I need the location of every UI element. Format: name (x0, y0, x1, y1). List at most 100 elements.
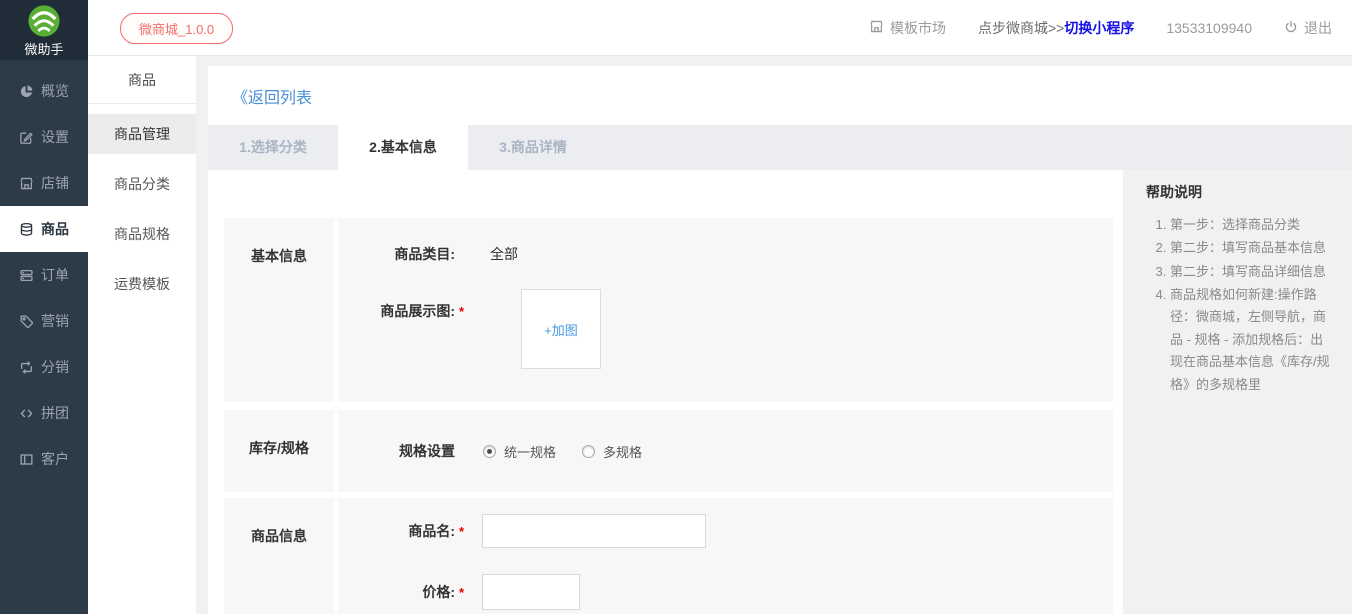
tag-icon (19, 314, 34, 329)
tab-select-category[interactable]: 1.选择分类 (208, 125, 338, 170)
sidebar-item-distribution[interactable]: 分销 (0, 344, 88, 390)
logout-label: 退出 (1304, 20, 1332, 36)
brand-logo[interactable]: 微助手 (0, 0, 88, 60)
sidebar-item-customers[interactable]: 客户 (0, 436, 88, 482)
sidebar-item-settings[interactable]: 设置 (0, 114, 88, 160)
order-icon (19, 268, 34, 283)
radio-checked-icon (483, 444, 496, 458)
sidebar-item-label: 概览 (41, 83, 69, 99)
goods-submenu: 商品 商品管理 商品分类 商品规格 运费模板 (88, 56, 196, 614)
required-mark: * (459, 304, 465, 319)
section-stock-spec: 库存/规格 规格设置 统一规格 多规格 (224, 410, 1113, 492)
category-label: 商品类目: (394, 246, 455, 262)
required-mark: * (459, 523, 465, 539)
help-item: 第二步：填写商品基本信息 (1170, 237, 1332, 259)
price-row: 价格: * (338, 574, 1113, 610)
sidebar-item-label: 订单 (41, 267, 69, 283)
logout-button[interactable]: 退出 (1284, 18, 1332, 38)
spec-setting-label: 规格设置 (399, 443, 455, 459)
sidebar-item-label: 营销 (41, 313, 69, 329)
sidebar-item-store[interactable]: 店铺 (0, 160, 88, 206)
shop-icon (19, 176, 34, 191)
app-root: 微助手 概览 设置 店铺 商品 订单 营销 分销 拼团 客户 微商城_1.0.0… (0, 0, 1352, 614)
radio-multi-label: 多规格 (603, 444, 643, 460)
section-title: 基本信息 (224, 218, 334, 402)
header-actions: 模板市场 点步微商城>>切换小程序 13533109940 退出 (869, 0, 1332, 56)
back-bar: 《返回列表 (208, 66, 1352, 125)
sidebar-item-label: 商品 (41, 221, 69, 237)
section-title: 商品信息 (224, 498, 334, 614)
submenu-item-goods-spec[interactable]: 商品规格 (88, 214, 196, 254)
edit-icon (19, 130, 34, 145)
sidebar-item-orders[interactable]: 订单 (0, 252, 88, 298)
version-badge: 微商城_1.0.0 (120, 13, 234, 44)
add-image-button[interactable]: +加图 (521, 289, 601, 369)
template-market-label: 模板市场 (889, 20, 946, 36)
submenu-item-freight-template[interactable]: 运费模板 (88, 264, 196, 304)
goods-icon (19, 222, 34, 237)
sidebar-item-label: 分销 (41, 359, 69, 375)
radio-unchecked-icon (582, 444, 596, 458)
goods-name-input[interactable] (482, 514, 706, 548)
sidebar-item-groupbuy[interactable]: 拼团 (0, 390, 88, 436)
form-content: 基本信息 商品类目: 全部 商品展示图: * +加图 库存/规格 规格设置 统一… (208, 170, 1123, 614)
account-phone: 13533109940 (1166, 20, 1252, 36)
mall-name-label: 点步微商城>> (977, 20, 1065, 36)
template-market-link[interactable]: 模板市场 (869, 18, 946, 38)
power-icon (1284, 20, 1298, 37)
top-header: 微商城_1.0.0 模板市场 点步微商城>>切换小程序 13533109940 … (88, 0, 1352, 56)
goods-name-row: 商品名: * (338, 514, 1113, 548)
help-panel: 帮助说明 第一步：选择商品分类 第二步：填写商品基本信息 第二步：填写商品详细信… (1146, 182, 1332, 397)
display-image-row: 商品展示图: * +加图 (338, 289, 1113, 369)
groupbuy-icon (19, 406, 34, 421)
required-mark: * (459, 584, 465, 600)
submenu-item-goods-manage[interactable]: 商品管理 (88, 114, 196, 154)
section-basic-info: 基本信息 商品类目: 全部 商品展示图: * +加图 (224, 218, 1113, 402)
radio-unified-label: 统一规格 (504, 444, 557, 460)
help-list: 第一步：选择商品分类 第二步：填写商品基本信息 第二步：填写商品详细信息 商品规… (1146, 214, 1332, 396)
help-item: 第一步：选择商品分类 (1170, 214, 1332, 236)
mall-switch: 点步微商城>>切换小程序 (978, 18, 1134, 38)
sidebar-item-label: 客户 (41, 451, 69, 467)
sidebar: 微助手 概览 设置 店铺 商品 订单 营销 分销 拼团 客户 (0, 0, 88, 614)
sidebar-item-label: 设置 (41, 129, 69, 145)
submenu-item-goods-category[interactable]: 商品分类 (88, 164, 196, 204)
radio-multi-spec[interactable]: 多规格 (582, 442, 642, 461)
help-title: 帮助说明 (1146, 184, 1202, 200)
section-body: 商品类目: 全部 商品展示图: * +加图 (338, 218, 1113, 402)
switch-miniprogram-link[interactable]: 切换小程序 (1064, 20, 1134, 36)
sidebar-item-overview[interactable]: 概览 (0, 68, 88, 114)
help-item: 商品规格如何新建:操作路径：微商城，左侧导航，商品 - 规格 - 添加规格后：出… (1170, 284, 1332, 396)
price-label: 价格: (422, 584, 455, 600)
tab-goods-detail[interactable]: 3.商品详情 (468, 125, 598, 170)
display-image-labels: 商品展示图: * (338, 289, 469, 321)
sidebar-item-label: 店铺 (41, 175, 69, 191)
brand-name: 微助手 (24, 42, 64, 57)
sidebar-nav: 概览 设置 店铺 商品 订单 营销 分销 拼团 客户 (0, 60, 88, 482)
section-title: 库存/规格 (224, 410, 334, 492)
radio-unified-spec[interactable]: 统一规格 (483, 442, 556, 461)
display-image-label: 商品展示图: (380, 303, 455, 319)
spec-radio-group: 统一规格 多规格 (483, 442, 642, 461)
section-body: 规格设置 统一规格 多规格 (338, 410, 1113, 492)
store-cart-icon (869, 19, 884, 37)
brand-logo-icon (27, 4, 61, 38)
sidebar-item-marketing[interactable]: 营销 (0, 298, 88, 344)
section-body: 商品名: * 价格: * (338, 498, 1113, 614)
section-goods-info: 商品信息 商品名: * 价格: * (224, 498, 1113, 614)
submenu-title: 商品 (88, 56, 196, 104)
pie-chart-icon (19, 84, 34, 99)
add-image-label: +加图 (544, 322, 578, 338)
category-row: 商品类目: 全部 (338, 244, 1113, 264)
sidebar-item-goods[interactable]: 商品 (0, 206, 88, 252)
customer-icon (19, 452, 34, 467)
price-input[interactable] (482, 574, 580, 610)
back-to-list-link[interactable]: 《返回列表 (232, 84, 312, 108)
category-value: 全部 (490, 246, 518, 262)
goods-name-label: 商品名: (408, 523, 455, 539)
tab-basic-info[interactable]: 2.基本信息 (338, 125, 468, 170)
wizard-tab-bar: 1.选择分类 2.基本信息 3.商品详情 (208, 125, 1352, 170)
share-icon (19, 360, 34, 375)
sidebar-item-label: 拼团 (41, 405, 69, 421)
help-item: 第二步：填写商品详细信息 (1170, 261, 1332, 283)
